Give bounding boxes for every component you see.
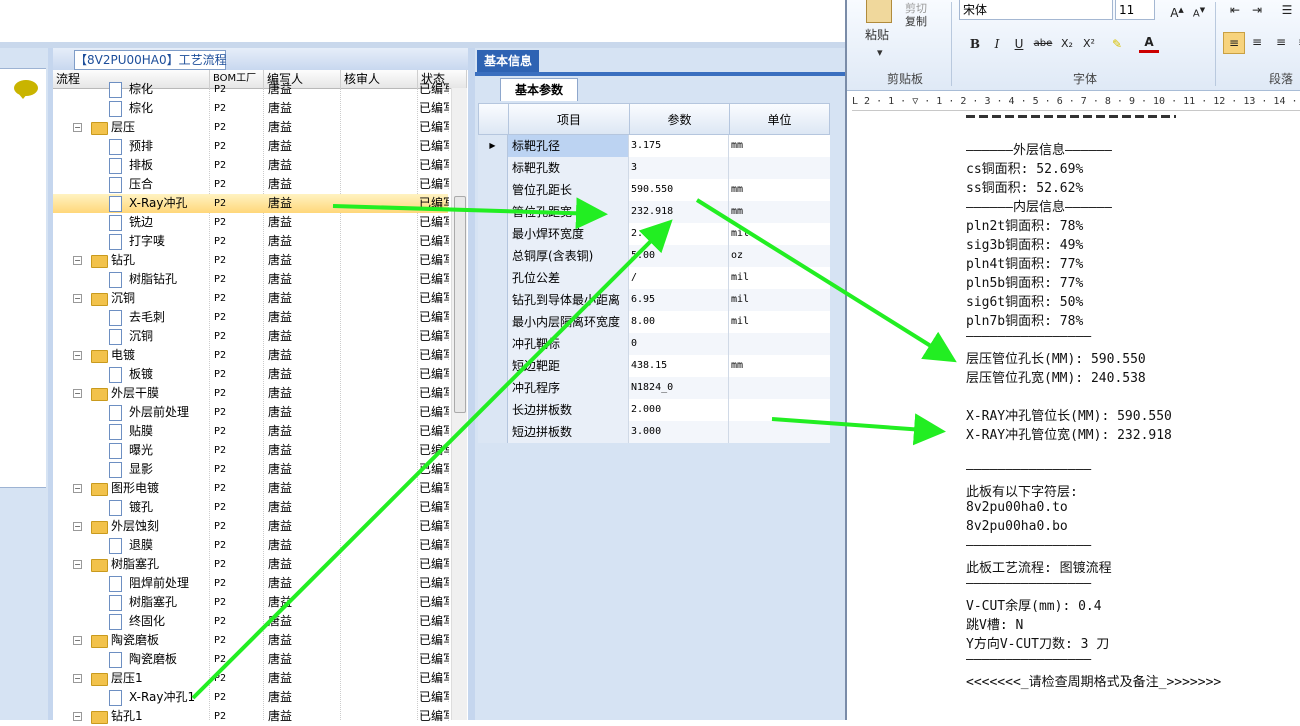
- arrow-param-to-laminate-length: [695, 198, 957, 363]
- arrow-to-xray-width: [771, 413, 946, 446]
- annotation-arrows: [191, 197, 957, 700]
- arrow-xray1-to-param: [191, 219, 673, 700]
- arrow-xray-to-param: [332, 197, 608, 230]
